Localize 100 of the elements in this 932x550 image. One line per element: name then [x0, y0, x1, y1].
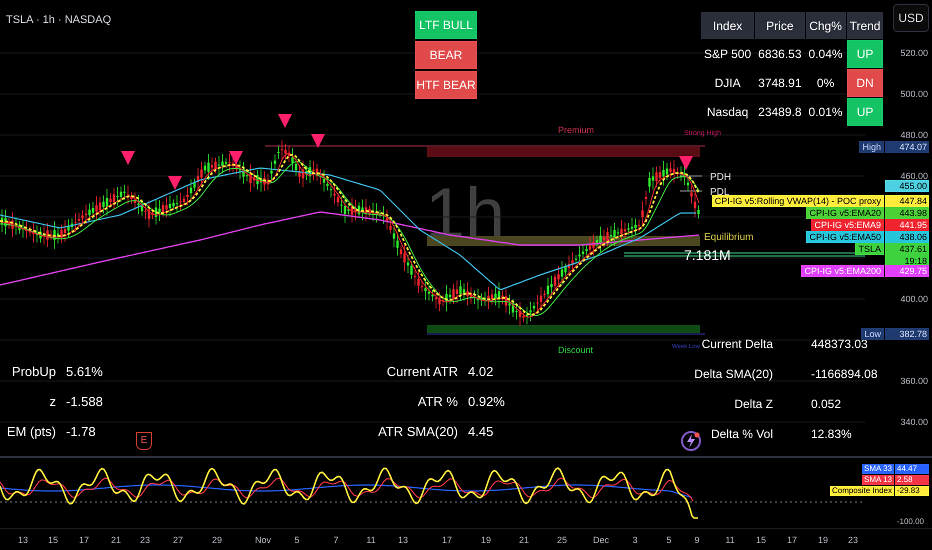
signal-badge: BEAR — [415, 41, 477, 69]
price-badge: 443.98 — [885, 206, 929, 219]
date-axis-label: 7 — [334, 534, 338, 547]
stat-value: 12.83% — [811, 427, 852, 441]
date-axis-label: 19 — [818, 534, 828, 547]
lightning-icon[interactable] — [680, 430, 702, 452]
price-axis-label: 400.00 — [900, 294, 928, 304]
indicator-label: CPI-IG v5:EMA9 — [811, 218, 884, 231]
price-badge: 474.07 — [885, 141, 929, 154]
indicator-label: TSLA — [855, 242, 884, 255]
date-axis-label: Nov — [255, 534, 271, 547]
price-axis-label: 500.00 — [900, 89, 928, 99]
signal-badge: LTF BULL — [415, 11, 477, 39]
premium-label: Premium — [558, 124, 594, 137]
price-badge: 438.06 — [885, 230, 929, 243]
sell-signal-icon — [311, 134, 325, 148]
sell-signal-icon — [121, 151, 135, 165]
price-badge: 441.95 — [885, 218, 929, 231]
price-badge-label: High — [859, 141, 884, 154]
stat-label: ATR % — [418, 393, 458, 411]
date-axis-label: 15 — [756, 534, 766, 547]
date-axis-label: 25 — [557, 534, 567, 547]
date-axis-label: 21 — [111, 534, 121, 547]
table-cell-text: Nasdaq — [706, 104, 750, 121]
sell-signal-icon — [168, 176, 182, 190]
oscillator-value-badge: 44.47 — [895, 464, 929, 474]
date-axis-label: 5 — [294, 534, 300, 547]
table-cell-text: S&P 500 — [703, 46, 752, 63]
date-axis-label: 17 — [79, 534, 89, 547]
indicator-label: CPI-IG v5:EMA20 — [806, 206, 884, 219]
date-axis-label: 17 — [787, 534, 797, 547]
price-badge: 429.75 — [885, 264, 929, 277]
oscillator-legend-label: SMA 13 — [862, 475, 894, 485]
date-axis-label: 11 — [725, 534, 735, 547]
stat-value: 4.02 — [468, 364, 494, 379]
indicator-label: CPI-IG v5:EMA50 — [806, 230, 884, 243]
sell-signal-icon — [278, 114, 292, 128]
stat-label: Current ATR — [386, 363, 458, 381]
trend-cell: DN — [846, 69, 884, 97]
pdh-label: PDH — [710, 171, 732, 185]
table-cell-text: 3748.91 — [757, 75, 803, 92]
pdl-line — [680, 190, 702, 192]
date-axis-label: 23 — [848, 534, 858, 547]
date-axis-label: 13 — [398, 534, 408, 547]
stat-label: Delta SMA(20) — [694, 366, 773, 383]
date-axis-label: 15 — [48, 534, 58, 547]
oscillator-value-badge: -29.83 — [895, 486, 929, 496]
price-badge: 447.84 — [885, 194, 929, 207]
price-badge: 437.61 19:18 — [885, 242, 929, 267]
price-axis-label: 360.00 — [900, 376, 928, 386]
date-axis-label: Dec — [593, 534, 609, 547]
oscillator-axis-label: -100.00 — [896, 516, 924, 528]
stat-label: EM (pts) — [6, 423, 56, 441]
stat-value: 4.45 — [468, 424, 494, 439]
oscillator-legend-label: SMA 33 — [862, 464, 894, 474]
currency-button[interactable]: USD — [893, 4, 929, 32]
table-header: Chg% — [806, 12, 846, 39]
indicator-label: CPI-IG v5:Rolling VWAP(14) - POC proxy — [712, 194, 884, 207]
price-axis-label: 480.00 — [900, 130, 928, 140]
table-cell-text: 6836.53 — [757, 46, 803, 63]
indicator-label: CPI-IG v5:EMA200 — [801, 264, 884, 277]
price-axis-label: 340.00 — [900, 417, 928, 427]
date-axis-label: 21 — [519, 534, 529, 547]
table-header: Price — [755, 12, 805, 39]
date-axis-label: 13 — [18, 534, 28, 547]
oscillator-legend-label: Composite Index — [830, 486, 894, 496]
equilibrium-label: Equilibrium — [704, 232, 754, 244]
table-header: Index — [701, 12, 754, 39]
date-axis-label: 3 — [632, 534, 638, 547]
stat-value: -1166894.08 — [811, 367, 878, 381]
date-axis-label: 19 — [481, 534, 491, 547]
symbol-title: TSLA · 1h · NASDAQ — [6, 13, 112, 28]
countdown-text: 19:18 — [903, 254, 927, 267]
stat-value: -1.588 — [66, 394, 103, 409]
discount-label: Discount — [558, 344, 594, 357]
table-cell-text: 0.04% — [808, 46, 844, 63]
trend-cell: UP — [846, 98, 884, 126]
stat-value: 0.052 — [811, 397, 842, 411]
stat-label: Current Delta — [702, 336, 773, 353]
date-axis-label: 23 — [140, 534, 150, 547]
stat-label: ProbUp — [12, 363, 56, 381]
price-badge: 382.78 — [885, 328, 929, 340]
signal-badge: HTF BEAR — [415, 71, 477, 99]
date-axis-label: 11 — [366, 534, 376, 547]
date-axis-label: 29 — [212, 534, 222, 547]
table-header: Trend — [846, 12, 884, 39]
sell-signal-icon — [229, 151, 243, 165]
stat-value: 5.61% — [66, 364, 103, 379]
price-axis-label: 460.00 — [900, 171, 928, 181]
date-axis-label: 5 — [666, 534, 672, 547]
price-badge-label: Low — [861, 328, 884, 340]
table-cell-text: 0.01% — [808, 104, 844, 121]
earnings-icon[interactable]: E — [136, 432, 152, 450]
stat-label: Delta % Vol — [710, 426, 773, 443]
trend-cell: UP — [846, 40, 884, 68]
stat-value: 0.92% — [468, 394, 505, 409]
date-axis-label: 27 — [173, 534, 183, 547]
stat-value: -1.78 — [66, 424, 96, 439]
stat-label: z — [50, 393, 56, 411]
table-cell-text: 23489.8 — [757, 104, 803, 121]
